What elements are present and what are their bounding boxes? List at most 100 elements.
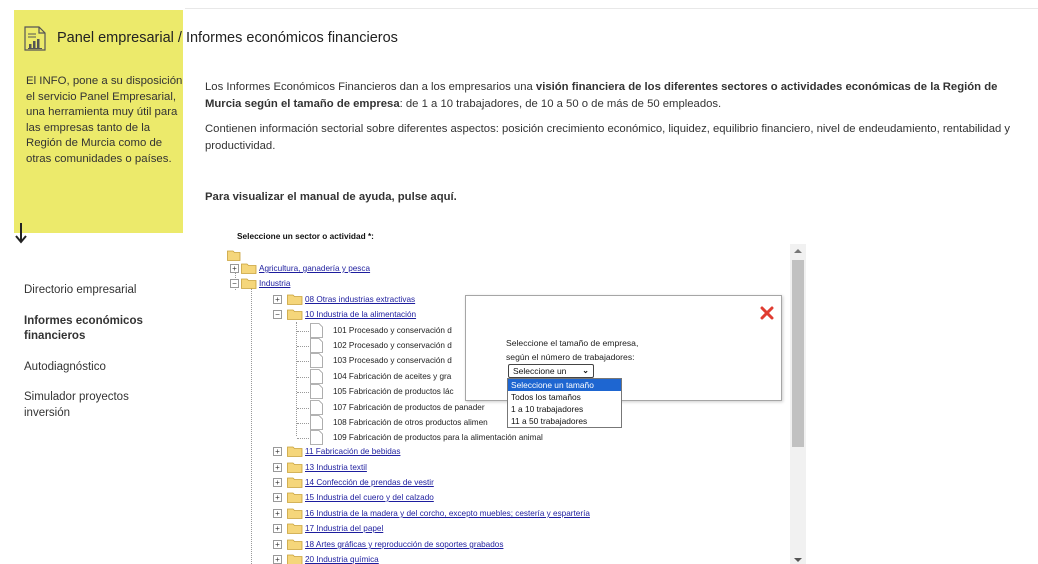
page-title: Panel empresarial / Informes económicos …	[57, 30, 398, 46]
expand-plus-icon[interactable]: +	[273, 509, 282, 518]
tree-node-label[interactable]: 15 Industria del cuero y del calzado	[305, 491, 434, 504]
report-document-icon	[24, 26, 46, 51]
intro-paragraph: Los Informes Económicos Financieros dan …	[205, 79, 1035, 113]
folder-open-icon	[227, 250, 241, 261]
document-icon	[310, 353, 323, 368]
document-icon	[310, 415, 323, 430]
sector-label: Seleccione un sector o actividad *:	[237, 231, 374, 241]
dialog-instructions: Seleccione el tamaño de empresa, según e…	[506, 336, 638, 364]
collapse-minus-icon[interactable]: −	[230, 279, 239, 288]
expand-plus-icon[interactable]: +	[230, 264, 239, 273]
nav-item-directorio[interactable]: Directorio empresarial	[24, 283, 174, 299]
document-icon	[310, 384, 323, 399]
tree-node-label[interactable]: 10 Industria de la alimentación	[305, 308, 416, 321]
option-seleccione[interactable]: Seleccione un tamaño	[508, 379, 621, 391]
tree-node-label[interactable]: 13 Industria textil	[305, 461, 367, 474]
tree-node-label[interactable]: 103 Procesado y conservación d	[333, 354, 452, 367]
tree-node-label[interactable]: 107 Fabricación de productos de panader	[333, 401, 485, 414]
tree-node-11[interactable]: + 11 Fabricación de bebidas	[224, 445, 784, 458]
tree-node-15[interactable]: + 15 Industria del cuero y del calzado	[224, 491, 784, 504]
tree-node-label[interactable]: 11 Fabricación de bebidas	[305, 445, 400, 458]
expand-plus-icon[interactable]: +	[273, 447, 282, 456]
arrow-down-icon	[15, 223, 27, 244]
tree-connector	[297, 361, 309, 362]
tree-node-16[interactable]: + 16 Industria de la madera y del corcho…	[224, 507, 784, 520]
tree-leaf-108[interactable]: 108 Fabricación de otros productos alime…	[224, 415, 784, 430]
tree-scrollbar[interactable]	[790, 244, 806, 564]
folder-icon	[287, 554, 303, 564]
nav-item-informes[interactable]: Informes económicos financieros	[24, 314, 174, 345]
tree-connector	[297, 438, 309, 439]
top-divider	[185, 8, 1038, 9]
tree-node-label[interactable]: 108 Fabricación de otros productos alime…	[333, 416, 488, 429]
tree-node-label[interactable]: 105 Fabricación de productos lác	[333, 385, 454, 398]
tree-node-industria[interactable]: − Industria	[224, 277, 724, 290]
company-size-select[interactable]: Seleccione un tamaño ⌄	[508, 364, 594, 388]
info-text: El INFO, pone a su disposición el servic…	[26, 75, 183, 165]
expand-plus-icon[interactable]: +	[273, 295, 282, 304]
tree-leaf-107[interactable]: 107 Fabricación de productos de panader	[224, 400, 784, 415]
tree-node-18[interactable]: + 18 Artes gráficas y reproducción de so…	[224, 538, 784, 551]
tree-node-label[interactable]: 109 Fabricación de productos para la ali…	[333, 431, 543, 444]
nav-item-simulador[interactable]: Simulador proyectos inversión	[24, 390, 174, 421]
scroll-thumb[interactable]	[792, 260, 804, 447]
dialog-line-2: según el número de trabajadores:	[506, 352, 635, 362]
option-todos[interactable]: Todos los tamaños	[508, 391, 621, 403]
option-11-50[interactable]: 11 a 50 trabajadores	[508, 415, 621, 427]
tree-connector	[297, 346, 309, 347]
chevron-down-icon: ⌄	[582, 366, 589, 375]
help-manual-link[interactable]: Para visualizar el manual de ayuda, puls…	[205, 191, 457, 203]
document-icon	[310, 323, 323, 338]
nav-item-autodiagnostico[interactable]: Autodiagnóstico	[24, 360, 174, 376]
document-icon	[310, 369, 323, 384]
folder-icon	[287, 477, 303, 488]
folder-icon	[287, 508, 303, 519]
folder-open-icon	[241, 278, 257, 289]
folder-icon	[287, 492, 303, 503]
tree-connector	[297, 392, 309, 393]
intro-text-c: : de 1 a 10 trabajadores, de 10 a 50 o d…	[399, 98, 722, 110]
expand-plus-icon[interactable]: +	[273, 463, 282, 472]
tree-node-label[interactable]: 17 Industria del papel	[305, 522, 383, 535]
tree-node-17[interactable]: + 17 Industria del papel	[224, 522, 784, 535]
folder-icon	[287, 446, 303, 457]
folder-open-icon	[287, 309, 303, 320]
tree-connector	[297, 423, 309, 424]
tree-node-label[interactable]: 104 Fabricación de aceites y gra	[333, 370, 451, 383]
tree-node-label[interactable]: 18 Artes gráficas y reproducción de sopo…	[305, 538, 503, 551]
tree-node-label[interactable]: 101 Procesado y conservación d	[333, 324, 452, 337]
tree-node-13[interactable]: + 13 Industria textil	[224, 461, 784, 474]
expand-plus-icon[interactable]: +	[273, 493, 282, 502]
tree-node-agricultura[interactable]: + Agricultura, ganadería y pesca	[224, 262, 724, 275]
tree-connector	[297, 331, 309, 332]
expand-plus-icon[interactable]: +	[273, 540, 282, 549]
scroll-up-arrow-icon[interactable]	[794, 249, 802, 253]
tree-node-label[interactable]: Agricultura, ganadería y pesca	[259, 262, 370, 275]
tree-connector	[297, 408, 309, 409]
tree-node-label[interactable]: 20 Industria química	[305, 553, 379, 564]
close-icon[interactable]	[760, 306, 774, 320]
intro-text-a: Los Informes Económicos Financieros dan …	[205, 81, 536, 93]
expand-plus-icon[interactable]: +	[273, 555, 282, 564]
company-size-options: Seleccione un tamaño Todos los tamaños 1…	[507, 378, 622, 428]
tree-node-14[interactable]: + 14 Confección de prendas de vestir	[224, 476, 784, 489]
tree-node-label[interactable]: Industria	[259, 277, 290, 290]
expand-plus-icon[interactable]: +	[273, 478, 282, 487]
tree-node-20[interactable]: + 20 Industria química	[224, 553, 784, 564]
folder-icon	[287, 539, 303, 550]
tree-node-label[interactable]: 102 Procesado y conservación d	[333, 339, 452, 352]
nav-item-label: Simulador proyectos inversión	[24, 391, 129, 419]
option-1-10[interactable]: 1 a 10 trabajadores	[508, 403, 621, 415]
document-icon	[310, 430, 323, 445]
expand-plus-icon[interactable]: +	[273, 524, 282, 533]
tree-node-label[interactable]: 14 Confección de prendas de vestir	[305, 476, 434, 489]
contents-paragraph: Contienen información sectorial sobre di…	[205, 123, 1011, 152]
document-icon	[310, 338, 323, 353]
folder-icon	[241, 263, 257, 274]
tree-leaf-109[interactable]: 109 Fabricación de productos para la ali…	[224, 430, 784, 445]
tree-node-label[interactable]: 16 Industria de la madera y del corcho, …	[305, 507, 590, 520]
scroll-down-arrow-icon[interactable]	[794, 558, 802, 562]
tree-connector	[297, 377, 309, 378]
collapse-minus-icon[interactable]: −	[273, 310, 282, 319]
tree-node-label[interactable]: 08 Otras industrias extractivas	[305, 293, 415, 306]
